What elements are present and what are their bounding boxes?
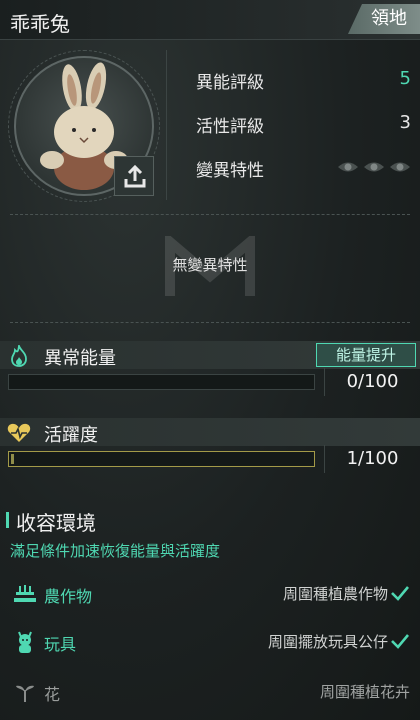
env-item-label: 玩具 (44, 635, 77, 654)
stat-mutation-trait: 變異特性 (196, 156, 411, 182)
env-item-condition: 周圍種植花卉 (319, 683, 410, 701)
energy-label: 異常能量 (44, 348, 116, 369)
checkmark-icon (391, 586, 409, 601)
energy-progress-bar (8, 374, 315, 390)
stat-ability-rating: 異能評級 5 (196, 68, 411, 94)
heartbeat-icon (7, 423, 31, 442)
vertical-divider (166, 50, 167, 200)
env-item-condition: 周圍擺放玩具公仔 (267, 633, 388, 651)
stat-label: 活性評級 (196, 117, 264, 137)
share-button[interactable] (114, 156, 154, 196)
energy-boost-button[interactable]: 能量提升 (316, 343, 416, 367)
crops-icon (14, 585, 36, 602)
stat-value: 3 (399, 112, 411, 133)
activity-label: 活躍度 (44, 425, 98, 446)
page-title: 乖乖兔 (10, 12, 70, 36)
stat-label: 異能評級 (196, 73, 264, 93)
activity-header: 活躍度 (0, 418, 420, 446)
env-item-flowers: 花 周圍種植花卉 (0, 678, 420, 706)
stat-value: 5 (399, 68, 411, 89)
environment-title: 收容環境 (16, 511, 96, 535)
mutation-slots (337, 160, 411, 174)
activity-value: 1/100 (324, 445, 420, 473)
checkmark-icon (391, 634, 409, 649)
flower-icon (16, 685, 34, 702)
activity-progress-fill (11, 454, 14, 464)
territory-button[interactable]: 領地 (348, 4, 420, 34)
env-item-toys: 玩具 周圍擺放玩具公仔 (0, 628, 420, 656)
toy-icon (18, 631, 32, 653)
stat-activity-rating: 活性評級 3 (196, 112, 411, 138)
env-item-condition: 周圍種植農作物 (282, 585, 388, 603)
share-icon (124, 164, 146, 188)
activity-progress-bar (8, 451, 315, 467)
env-item-crops: 農作物 周圍種植農作物 (0, 580, 420, 608)
header-bar: 乖乖兔 領地 (0, 0, 420, 40)
eye-icon (338, 162, 358, 172)
eye-icon (364, 162, 384, 172)
flame-icon (11, 345, 27, 367)
mutation-empty-text: 無變異特性 (172, 256, 248, 274)
environment-subtitle: 滿足條件加速恢復能量與活躍度 (10, 542, 221, 560)
energy-header: 異常能量 能量提升 (0, 341, 420, 369)
eye-icon (390, 162, 410, 172)
divider (10, 214, 410, 215)
stat-label: 變異特性 (196, 161, 264, 181)
section-marker (6, 512, 9, 528)
env-item-label: 花 (44, 685, 61, 704)
divider (10, 322, 410, 323)
energy-value: 0/100 (324, 368, 420, 396)
env-item-label: 農作物 (44, 587, 93, 606)
